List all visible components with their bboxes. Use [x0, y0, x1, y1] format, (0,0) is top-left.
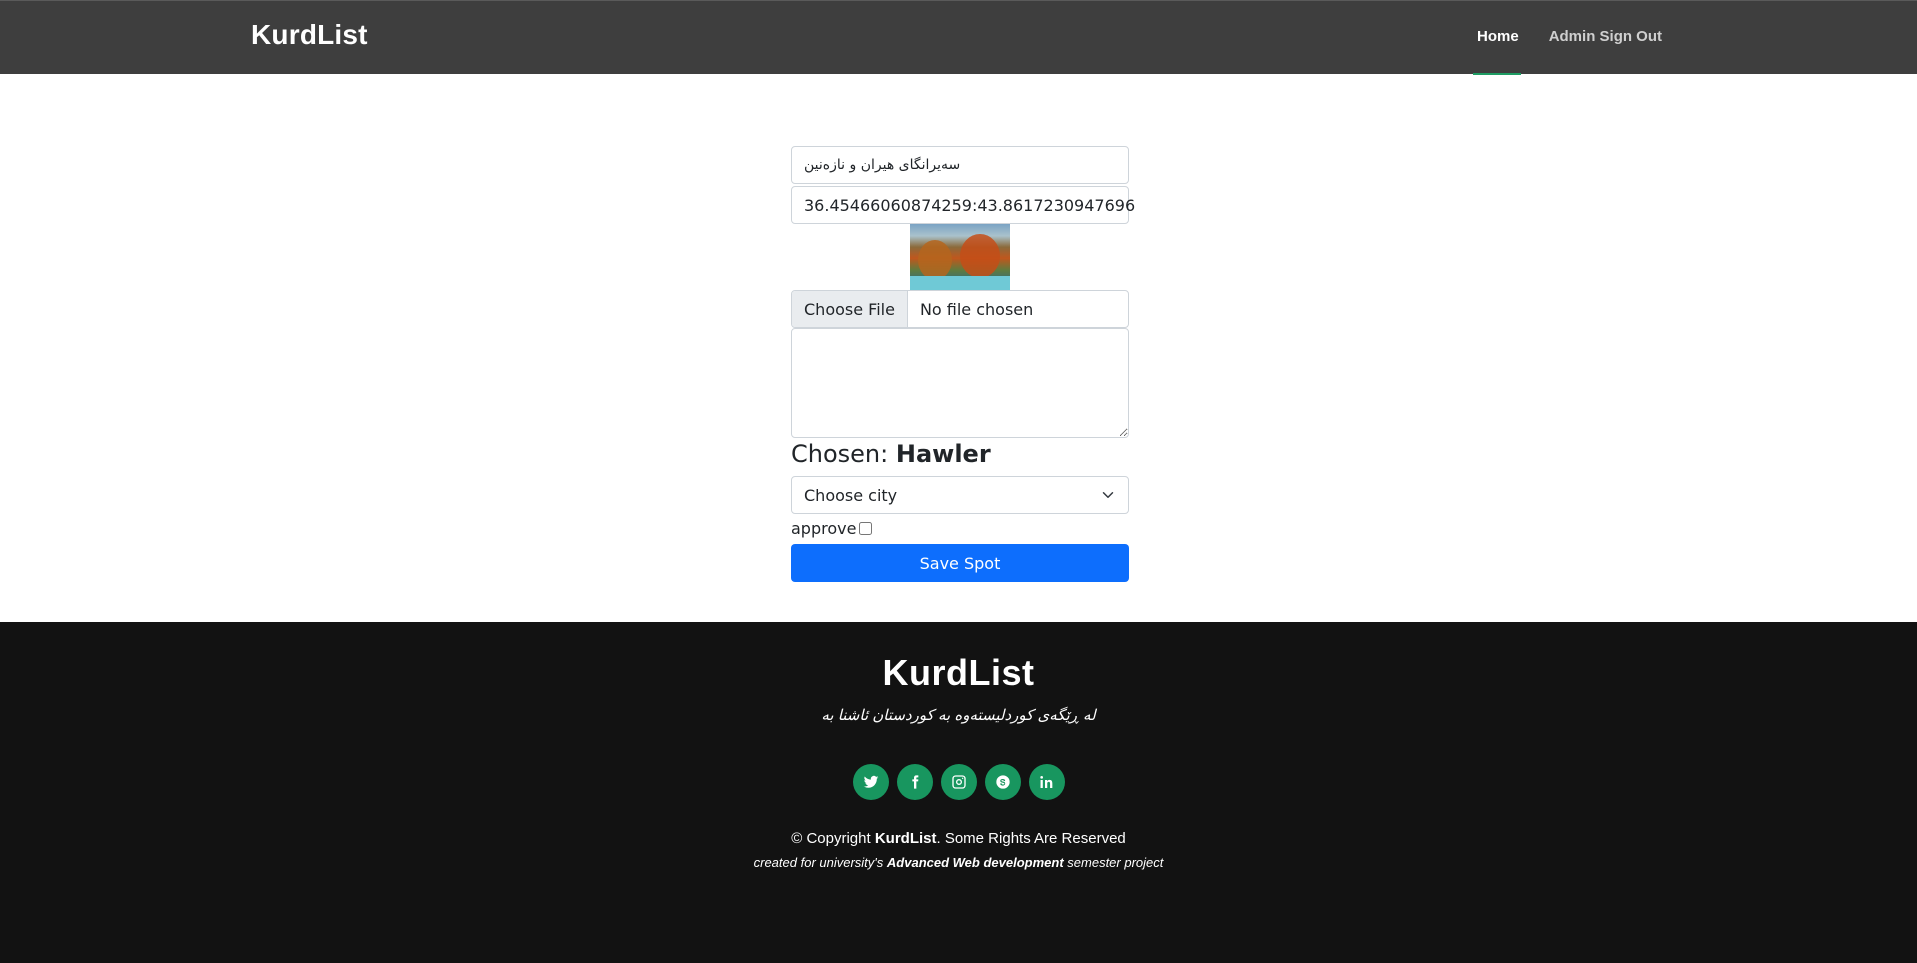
approve-checkbox[interactable] [859, 521, 873, 535]
brand-logo[interactable]: KurdList [251, 19, 368, 51]
instagram-icon[interactable] [940, 764, 977, 800]
city-select[interactable]: Choose city [791, 476, 1129, 514]
main-nav: Home Admin Sign Out [1477, 28, 1662, 45]
facebook-icon[interactable] [896, 764, 933, 800]
approve-label: approve [791, 518, 857, 538]
chosen-city-value: Hawler [895, 440, 991, 468]
site-footer: KurdList لە ڕێگەی کوردلیستەوە بە کوردستا… [0, 622, 1917, 963]
chosen-city-label: Chosen: Hawler [791, 440, 1129, 468]
chosen-prefix: Chosen: [791, 440, 889, 468]
spot-form: سەیرانگای هیران و نازەنین 36.45466060874… [791, 146, 1135, 582]
save-spot-button[interactable]: Save Spot [791, 544, 1129, 582]
approve-row: approve [791, 518, 1129, 538]
chevron-down-icon [1102, 492, 1114, 498]
coordinates-input[interactable]: 36.45466060874259:43.8617230947696 [791, 186, 1135, 224]
copyright-prefix: © Copyright [791, 830, 871, 847]
top-navbar: KurdList Home Admin Sign Out [0, 0, 1917, 75]
credit-bold: Advanced Web development [886, 855, 1064, 870]
copyright-suffix: . Some Rights Are Reserved [936, 830, 1126, 847]
copyright-brand: KurdList [874, 830, 937, 847]
active-nav-indicator [1473, 73, 1521, 75]
spot-image-thumbnail [910, 224, 1010, 290]
city-select-value: Choose city [804, 485, 898, 505]
social-links [0, 764, 1917, 800]
choose-file-button[interactable]: Choose File [792, 291, 908, 327]
nav-home-link[interactable]: Home [1477, 28, 1519, 45]
file-upload-field[interactable]: Choose File No file chosen [791, 290, 1129, 328]
footer-brand: KurdList [882, 652, 1035, 693]
file-status-text: No file chosen [919, 299, 1034, 319]
credit-line: created for university's Advanced Web de… [0, 855, 1917, 870]
linkedin-icon[interactable] [1028, 764, 1065, 800]
description-textarea[interactable] [791, 328, 1129, 438]
credit-prefix: created for university's [753, 855, 884, 870]
skype-icon[interactable] [984, 764, 1021, 800]
nav-admin-signout-link[interactable]: Admin Sign Out [1549, 28, 1662, 45]
copyright-line: © Copyright KurdList. Some Rights Are Re… [0, 830, 1917, 847]
footer-tagline: لە ڕێگەی کوردلیستەوە بە کوردستان ئاشنا ب… [821, 707, 1096, 724]
spot-name-input[interactable]: سەیرانگای هیران و نازەنین [791, 146, 1129, 184]
twitter-icon[interactable] [852, 764, 889, 800]
credit-suffix: semester project [1067, 855, 1164, 870]
